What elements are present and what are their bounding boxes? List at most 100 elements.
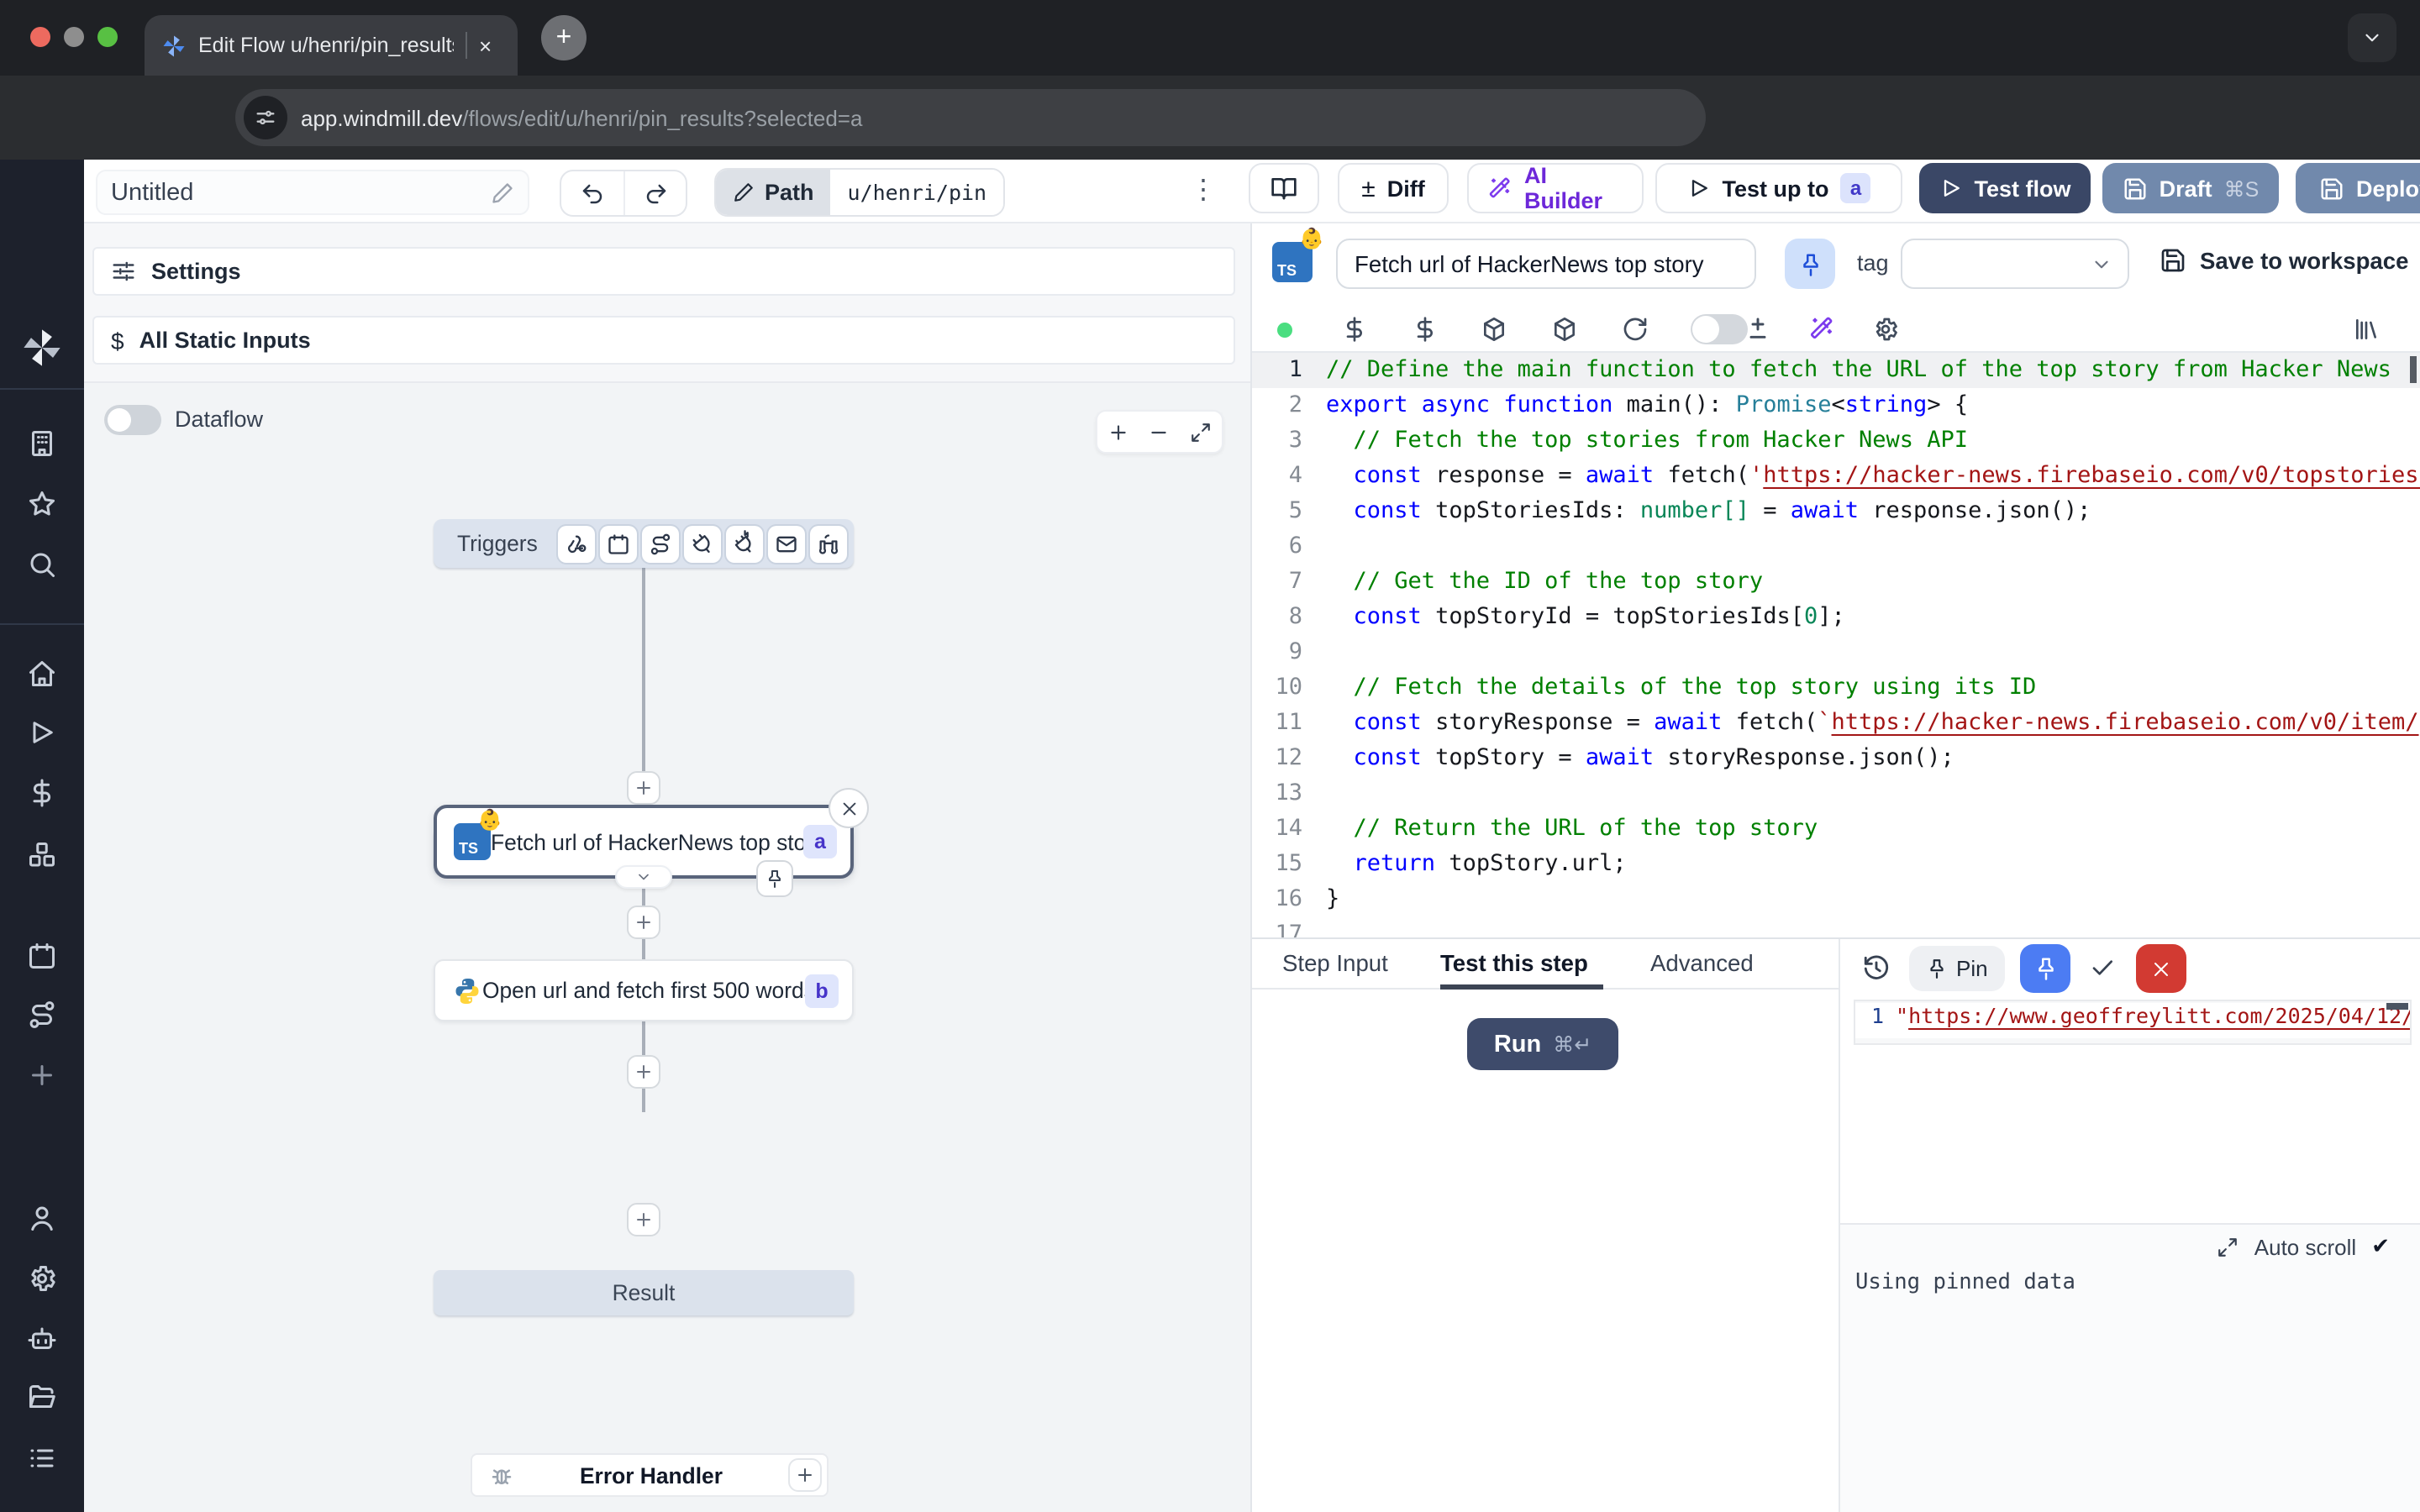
error-handler-node[interactable]: Error Handler (471, 1453, 829, 1497)
code-line[interactable]: 8 const topStoryId = topStoriesIds[0]; (1252, 600, 2420, 635)
insert-step-button[interactable] (627, 1055, 660, 1089)
omnibox[interactable]: app.windmill.dev/flows/edit/u/henri/pin_… (235, 89, 1706, 146)
poll-trigger-button[interactable] (810, 525, 847, 562)
code-line[interactable]: 5 const topStoriesIds: number[] = await … (1252, 494, 2420, 529)
sidebar-item-variables[interactable] (27, 778, 57, 808)
code-line[interactable]: 11 const storyResponse = await fetch(`ht… (1252, 706, 2420, 741)
sidebar-item-search[interactable] (27, 549, 57, 580)
editor-toggle[interactable] (1691, 314, 1748, 344)
code-line[interactable]: 1// Define the main function to fetch th… (1252, 353, 2420, 388)
pinned-value-editor[interactable]: 1 "https://www.geoffreylitt.com/2025/04/… (1854, 1000, 2412, 1045)
package-icon[interactable] (1481, 316, 1507, 343)
browser-tab[interactable]: Edit Flow u/henri/pin_results × (145, 15, 518, 76)
variables-icon[interactable] (1341, 316, 1368, 343)
code-line[interactable]: 9 (1252, 635, 2420, 670)
tab-test-this-step[interactable]: Test this step (1440, 951, 1588, 976)
docs-button[interactable] (1249, 163, 1319, 213)
code-line[interactable]: 7 // Get the ID of the top story (1252, 564, 2420, 600)
flow-name-field[interactable]: Untitled (96, 170, 529, 215)
insert-step-button[interactable] (627, 906, 660, 939)
sidebar-item-schedules[interactable] (27, 941, 57, 971)
tab-search-button[interactable] (2348, 13, 2396, 62)
add-error-handler-button[interactable] (788, 1458, 822, 1492)
sidebar-item-add[interactable] (27, 1060, 57, 1090)
save-to-workspace-button[interactable]: Save to workspace (2160, 247, 2408, 274)
accept-icon[interactable] (2089, 954, 2116, 981)
sidebar-item-runs[interactable] (27, 717, 57, 748)
code-line[interactable]: 17 (1252, 917, 2420, 937)
dataflow-toggle[interactable] (104, 405, 161, 435)
sidebar-item-workers[interactable] (27, 1324, 57, 1354)
code-line[interactable]: 12 const topStory = await storyResponse.… (1252, 741, 2420, 776)
sidebar-item-logs[interactable] (27, 1443, 57, 1473)
code-line[interactable]: 6 (1252, 529, 2420, 564)
sidebar-item-home[interactable] (27, 659, 57, 689)
insert-step-button[interactable] (627, 771, 660, 805)
run-button[interactable]: Run ⌘↵ (1467, 1018, 1618, 1070)
pencil-icon[interactable] (491, 181, 514, 204)
traffic-zoom-button[interactable] (97, 27, 118, 47)
scrollbar-thumb[interactable] (2410, 356, 2417, 383)
diff-icon[interactable] (1744, 316, 1771, 343)
route-trigger-button[interactable] (642, 525, 679, 562)
zoom-out-icon[interactable] (1149, 421, 1171, 443)
auto-scroll-control[interactable]: Auto scroll ✔ (2217, 1233, 2390, 1260)
insert-step-button[interactable] (627, 1203, 660, 1236)
draft-button[interactable]: Draft ⌘S (2102, 163, 2279, 213)
test-flow-button[interactable]: Test flow (1919, 163, 2091, 213)
resources-icon[interactable] (1412, 316, 1439, 343)
windmill-logo-icon[interactable] (20, 326, 64, 370)
sidebar-item-folders[interactable] (27, 1383, 57, 1413)
path-chip[interactable]: Path u/henri/pin (714, 168, 1005, 217)
history-icon[interactable] (1862, 954, 1891, 983)
gear-icon[interactable] (1872, 316, 1899, 343)
more-menu-icon[interactable]: ⋮ (1190, 173, 1217, 207)
all-static-inputs-bar[interactable]: $ All Static Inputs (92, 316, 1235, 365)
pin-button[interactable]: Pin (1909, 946, 2005, 991)
code-line[interactable]: 2export async function main(): Promise<s… (1252, 388, 2420, 423)
code-line[interactable]: 16} (1252, 882, 2420, 917)
site-settings-button[interactable] (244, 96, 287, 139)
result-node[interactable]: Result (434, 1270, 854, 1315)
sidebar-item-workspace[interactable] (27, 428, 57, 459)
sidebar-item-favorites[interactable] (27, 489, 57, 519)
package-icon[interactable] (1551, 316, 1578, 343)
sidebar-item-users[interactable] (27, 1203, 57, 1233)
scrollbar-thumb[interactable] (2386, 1003, 2408, 1010)
kafka-trigger-button[interactable] (726, 525, 763, 562)
code-line[interactable]: 13 (1252, 776, 2420, 811)
remove-step-button[interactable] (829, 788, 869, 828)
clear-pin-button[interactable] (2136, 944, 2186, 993)
pinned-active-button[interactable] (2020, 944, 2070, 993)
sidebar-item-resources[interactable] (27, 840, 57, 870)
step-b-node[interactable]: Open url and fetch first 500 words of ..… (434, 959, 854, 1021)
tag-select[interactable] (1901, 239, 2129, 289)
traffic-close-button[interactable] (30, 27, 50, 47)
code-line[interactable]: 15 return topStory.url; (1252, 847, 2420, 882)
deploy-button[interactable]: Deploy (2296, 163, 2420, 213)
sidebar-item-routes[interactable] (27, 1000, 57, 1030)
sidebar-item-settings[interactable] (27, 1263, 57, 1294)
expand-icon[interactable] (2217, 1236, 2239, 1257)
collapse-step-button[interactable] (615, 865, 672, 889)
tab-step-input[interactable]: Step Input (1282, 951, 1388, 976)
code-line[interactable]: 3 // Fetch the top stories from Hacker N… (1252, 423, 2420, 459)
new-tab-button[interactable]: + (541, 15, 587, 60)
undo-button[interactable] (561, 171, 623, 215)
traffic-minimize-button[interactable] (64, 27, 84, 47)
pinned-indicator[interactable] (756, 860, 793, 897)
step-a-node[interactable]: TS 👶 Fetch url of HackerNews top story a (434, 805, 854, 879)
test-up-to-button[interactable]: Test up to a (1655, 163, 1902, 213)
code-line[interactable]: 14 // Return the URL of the top story (1252, 811, 2420, 847)
code-line[interactable]: 10 // Fetch the details of the top story… (1252, 670, 2420, 706)
library-icon[interactable] (2353, 316, 2380, 343)
pin-toggle-button[interactable] (1785, 239, 1835, 289)
reset-icon[interactable] (1622, 316, 1649, 343)
ai-builder-button[interactable]: AI Builder (1467, 163, 1644, 213)
code-line[interactable]: 4 const response = await fetch('https://… (1252, 459, 2420, 494)
schedule-trigger-button[interactable] (600, 525, 637, 562)
ai-assist-icon[interactable] (1808, 316, 1835, 343)
step-title-input[interactable]: Fetch url of HackerNews top story (1336, 239, 1756, 289)
zoom-in-icon[interactable] (1107, 421, 1129, 443)
email-trigger-button[interactable] (768, 525, 805, 562)
